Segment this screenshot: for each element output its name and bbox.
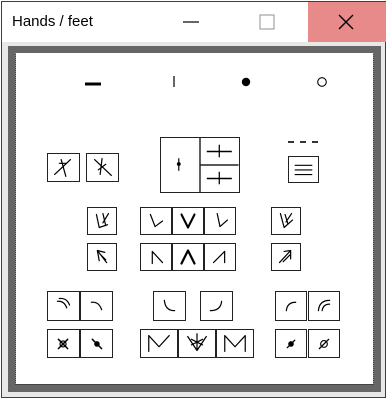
maximize-button[interactable] <box>243 2 289 42</box>
up-left-icon <box>151 250 164 265</box>
curve-b-button[interactable] <box>80 291 113 321</box>
curve-a-button[interactable] <box>47 291 80 321</box>
cross-right-button[interactable] <box>86 153 119 182</box>
curve-d-icon <box>209 300 223 312</box>
symbol-palette <box>16 53 373 384</box>
lines-box-icon <box>294 164 313 176</box>
x-filled-button[interactable] <box>80 329 113 358</box>
minimize-button[interactable] <box>166 2 212 42</box>
split-box-icon <box>176 138 239 192</box>
down-right-button[interactable] <box>204 207 236 235</box>
maximize-icon <box>259 14 275 30</box>
minimize-icon <box>183 21 199 23</box>
filled-dot-icon[interactable] <box>240 76 252 88</box>
down-center-icon <box>180 213 196 229</box>
curve-e-icon <box>285 301 297 312</box>
m-open-button[interactable] <box>140 329 178 358</box>
x-circle-icon <box>57 338 69 350</box>
up-wide-right-button[interactable] <box>271 243 301 271</box>
up-right-icon <box>212 250 226 264</box>
curve-a-icon <box>56 297 71 309</box>
dot-filled-button[interactable] <box>275 329 307 358</box>
curve-c-button[interactable] <box>153 291 186 321</box>
curve-c-icon <box>163 299 176 312</box>
title-bar[interactable]: Hands / feet <box>2 2 386 42</box>
up-wide-left-icon <box>96 249 108 264</box>
down-center-button[interactable] <box>172 207 204 235</box>
cross-left-button[interactable] <box>47 153 80 182</box>
split-box-button[interactable] <box>160 137 240 193</box>
bar-icon[interactable] <box>169 75 179 89</box>
x-circle-button[interactable] <box>47 329 80 358</box>
curve-f-icon <box>317 299 331 312</box>
curve-f-button[interactable] <box>308 291 340 321</box>
dot-filled-icon <box>286 339 296 349</box>
x-filled-icon <box>91 338 103 350</box>
cross-left-icon <box>54 158 72 177</box>
curve-b-icon <box>90 301 103 311</box>
down-right-icon <box>216 212 229 228</box>
m-open-icon <box>148 334 170 353</box>
m-star-icon <box>187 333 207 352</box>
hands-feet-window: Hands / feet <box>1 1 386 398</box>
slash-circle-button[interactable] <box>308 329 340 358</box>
down-wide-right-icon <box>279 212 294 229</box>
m-closed-icon <box>224 334 246 353</box>
up-left-button[interactable] <box>140 243 172 271</box>
up-center-button[interactable] <box>172 243 204 271</box>
close-button[interactable] <box>308 2 386 42</box>
up-center-icon <box>180 249 196 265</box>
down-wide-right-button[interactable] <box>271 207 301 235</box>
down-wide-left-button[interactable] <box>87 207 117 235</box>
dashed-lines-icon[interactable] <box>286 137 320 147</box>
window-title: Hands / feet <box>12 13 93 30</box>
up-wide-left-button[interactable] <box>87 243 117 271</box>
hollow-dot-icon[interactable] <box>316 76 328 88</box>
up-right-button[interactable] <box>204 243 236 271</box>
close-icon <box>338 14 354 30</box>
cross-right-icon <box>93 158 112 177</box>
down-left-icon <box>149 213 164 228</box>
down-left-button[interactable] <box>140 207 172 235</box>
m-closed-button[interactable] <box>216 329 254 358</box>
slash-circle-icon <box>318 338 330 350</box>
dash-icon[interactable] <box>83 79 103 89</box>
curve-d-button[interactable] <box>200 291 233 321</box>
down-wide-left-icon <box>95 212 110 229</box>
m-star-button[interactable] <box>178 329 216 358</box>
curve-e-button[interactable] <box>275 291 307 321</box>
lines-box-button[interactable] <box>288 156 319 183</box>
up-wide-right-icon <box>278 249 292 264</box>
